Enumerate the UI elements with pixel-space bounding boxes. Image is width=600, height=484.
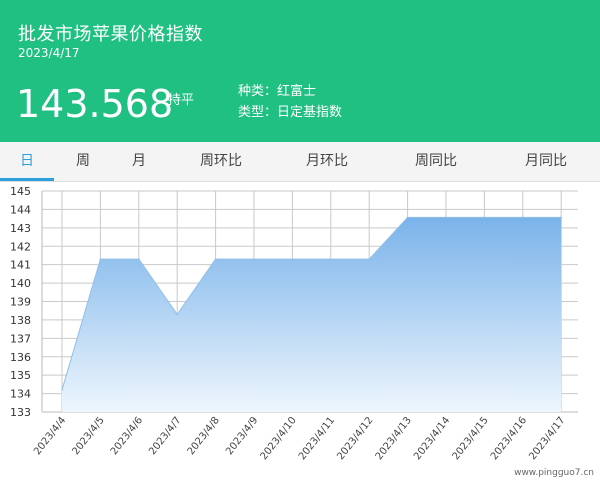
tab-day[interactable]: 日 <box>0 142 54 181</box>
date-label: 2023/4/17 <box>18 46 80 60</box>
y-axis-ticks: 133 134 135 136 137 138 139 140 141 142 143 144 145 <box>10 185 31 419</box>
tab-week[interactable]: 周 <box>60 142 106 181</box>
page-title: 批发市场苹果价格指数 <box>18 24 203 45</box>
x-tick-label: 2023/4/7 <box>147 415 183 457</box>
y-tick-label: 142 <box>10 240 31 253</box>
y-tick-label: 136 <box>10 351 31 364</box>
tab-week-on-week[interactable]: 周环比 <box>186 142 256 181</box>
index-value: 143.568 <box>16 82 174 126</box>
x-tick-label: 2023/4/16 <box>489 415 529 462</box>
x-tick-label: 2023/4/8 <box>186 415 222 457</box>
data-point <box>99 258 102 260</box>
x-axis-ticks: 2023/4/4 2023/4/5 2023/4/6 2023/4/7 2023/4/8… <box>32 415 568 462</box>
x-tick-label: 2023/4/5 <box>70 415 106 457</box>
data-point <box>138 258 140 260</box>
type-label: 类型：日定基指数 <box>238 105 343 120</box>
data-point <box>406 216 409 219</box>
data-point <box>483 216 486 219</box>
tab-month-on-month[interactable]: 月环比 <box>292 142 362 181</box>
tab-month[interactable]: 月 <box>116 142 162 181</box>
x-tick-label: 2023/4/13 <box>374 415 414 462</box>
price-index-chart: 133134135136137138139140141142143144145 … <box>10 185 578 462</box>
y-tick-label: 133 <box>10 406 31 419</box>
y-tick-label: 145 <box>10 185 31 198</box>
x-tick-label: 2023/4/14 <box>412 415 452 462</box>
x-tick-label: 2023/4/9 <box>224 415 260 457</box>
x-tick-label: 2023/4/11 <box>297 415 337 462</box>
x-tick-label: 2023/4/6 <box>109 415 145 457</box>
active-tab-indicator <box>0 178 54 181</box>
y-tick-label: 144 <box>10 203 31 216</box>
x-tick-label: 2023/4/4 <box>32 415 68 457</box>
data-point <box>214 258 217 260</box>
y-tick-label: 138 <box>10 314 31 327</box>
data-point <box>176 313 178 316</box>
data-point <box>522 216 524 219</box>
x-tick-label: 2023/4/15 <box>451 415 491 462</box>
data-point <box>330 258 332 260</box>
header-panel: 批发市场苹果价格指数 2023/4/17 143.568 持平 种类：红富士 类… <box>0 0 600 142</box>
y-tick-label: 141 <box>10 259 31 272</box>
tab-week-year-on-year[interactable]: 周同比 <box>398 142 474 181</box>
data-point <box>61 389 63 391</box>
data-point <box>291 258 294 260</box>
period-tabs: 日 周 月 周环比 月环比 周同比 月同比 <box>0 142 600 182</box>
y-tick-label: 140 <box>10 277 31 290</box>
data-point <box>445 216 447 219</box>
trend-label: 持平 <box>168 93 195 108</box>
variety-label: 种类：红富士 <box>238 84 317 99</box>
y-tick-label: 143 <box>10 222 31 235</box>
data-point <box>368 258 371 260</box>
y-tick-label: 139 <box>10 296 31 309</box>
y-tick-label: 134 <box>10 388 31 401</box>
watermark-text: www.pingguo7.cn <box>514 468 594 478</box>
y-tick-label: 137 <box>10 332 31 345</box>
tab-month-year-on-year[interactable]: 月同比 <box>508 142 584 181</box>
y-tick-label: 135 <box>10 369 31 382</box>
x-tick-label: 2023/4/10 <box>259 415 299 462</box>
x-tick-label: 2023/4/17 <box>527 415 567 462</box>
data-point <box>253 258 255 260</box>
data-point <box>560 216 562 219</box>
x-tick-label: 2023/4/12 <box>335 415 375 462</box>
